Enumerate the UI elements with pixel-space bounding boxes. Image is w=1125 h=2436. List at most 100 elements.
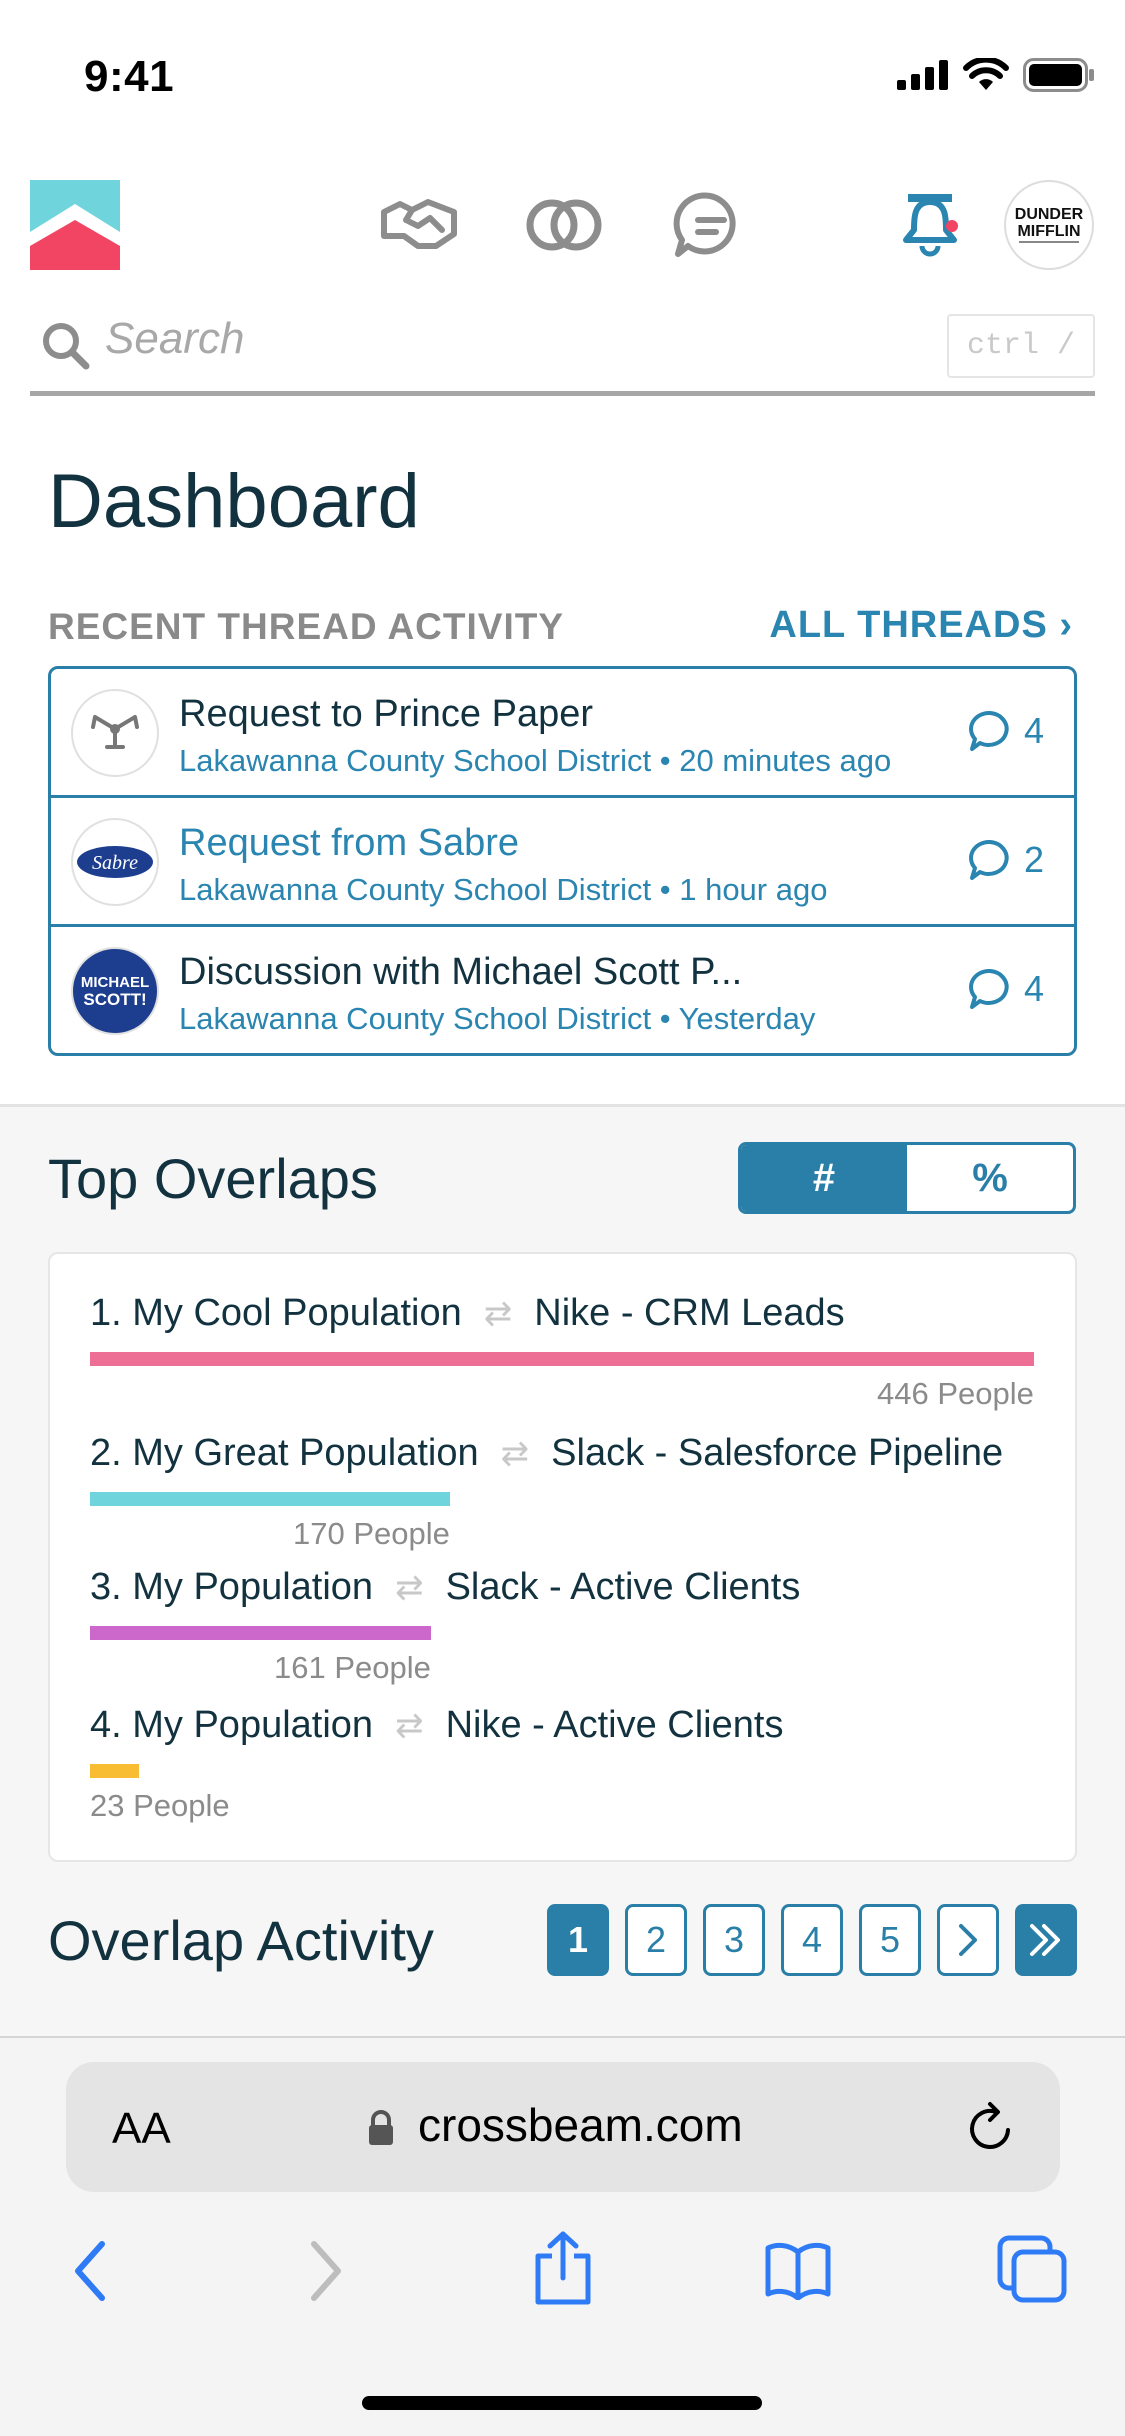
overlap-bar: [90, 1492, 450, 1506]
double-chevron-right-icon: [1030, 1924, 1060, 1956]
svg-text:DUNDER: DUNDER: [1015, 206, 1084, 223]
home-indicator: [362, 2396, 762, 2410]
thread-title: Request to Prince Paper: [179, 693, 594, 735]
comment-count-value: 4: [1023, 968, 1044, 1009]
svg-text:SCOTT!: SCOTT!: [83, 990, 146, 1009]
page-button[interactable]: 4: [781, 1904, 843, 1976]
thread-meta: Lakawanna County School District • 20 mi…: [179, 743, 891, 779]
thread-time: • Yesterday: [651, 1001, 816, 1036]
thread-title[interactable]: Request from Sabre: [179, 822, 519, 865]
count-toggle-button[interactable]: #: [741, 1145, 907, 1211]
forward-icon[interactable]: [306, 2238, 346, 2304]
overlap-partner: Slack - Salesforce Pipeline: [551, 1432, 1004, 1474]
chevron-right-icon: [959, 1924, 977, 1956]
keyboard-shortcut-hint: ctrl /: [947, 314, 1095, 378]
thread-list: Request to Prince Paper Lakawanna County…: [48, 666, 1077, 1056]
overlap-bar: [90, 1352, 1034, 1366]
overlap-people-count: 161 People: [274, 1650, 431, 1685]
comment-icon: [969, 839, 1009, 880]
sabre-logo: Sabre: [77, 846, 153, 878]
overlap-people-count: 446 People: [877, 1376, 1034, 1411]
overlap-population: 2. My Great Population: [90, 1432, 479, 1474]
share-icon[interactable]: [532, 2230, 594, 2306]
swap-arrows-icon: ⇄: [483, 1294, 513, 1333]
search-icon: [43, 323, 90, 370]
comment-count-value: 2: [1023, 839, 1044, 880]
thread-row[interactable]: MICHAEL SCOTT! Discussion with Michael S…: [51, 927, 1074, 1053]
last-page-button[interactable]: [1015, 1904, 1077, 1976]
overlap-row[interactable]: 4. My Population ⇄ Nike - Active Clients: [90, 1704, 783, 1747]
wifi-icon: [963, 58, 1009, 90]
chat-icon[interactable]: [668, 190, 752, 260]
overlap-partner: Nike - CRM Leads: [534, 1292, 845, 1334]
search-input[interactable]: [105, 314, 805, 364]
percent-toggle-button[interactable]: %: [907, 1145, 1073, 1211]
thread-org[interactable]: Lakawanna County School District: [179, 872, 651, 907]
thread-title: Discussion with Michael Scott P...: [179, 951, 743, 993]
swap-arrows-icon: ⇄: [395, 1706, 424, 1745]
thread-time: • 20 minutes ago: [651, 743, 892, 778]
comment-count: 4: [966, 967, 1044, 1011]
overlap-row[interactable]: 1. My Cool Population ⇄ Nike - CRM Leads: [90, 1292, 845, 1335]
overlap-people-count: 170 People: [293, 1516, 450, 1551]
overlap-people-count: 23 People: [90, 1788, 230, 1823]
overlap-row[interactable]: 2. My Great Population ⇄ Slack - Salesforc…: [90, 1432, 1003, 1475]
status-icons: [897, 58, 1095, 92]
thread-avatar: [71, 689, 159, 777]
comment-icon: [969, 968, 1009, 1009]
comment-count: 4: [966, 709, 1044, 753]
michael-scott-paper-logo: MICHAEL SCOTT!: [81, 974, 149, 1009]
tabs-icon[interactable]: [996, 2234, 1068, 2304]
top-overlaps-title: Top Overlaps: [48, 1147, 378, 1210]
page-button[interactable]: 3: [703, 1904, 765, 1976]
dunder-mifflin-logo: DUNDER MIFFLIN: [1015, 206, 1084, 243]
bookmarks-icon[interactable]: [764, 2240, 832, 2300]
overlap-population: 3. My Population: [90, 1566, 374, 1608]
signal-icon: [897, 60, 948, 90]
battery-icon: [1023, 58, 1094, 92]
overlap-population: 4. My Population: [90, 1704, 374, 1746]
pagination: 1 2 3 4 5: [547, 1904, 1077, 1976]
handshake-icon[interactable]: [378, 190, 462, 260]
svg-text:MIFFLIN: MIFFLIN: [1017, 223, 1080, 240]
thread-meta: Lakawanna County School District • 1 hou…: [179, 872, 827, 908]
search-bar: ctrl /: [30, 300, 1095, 396]
lock-icon: [369, 2110, 393, 2145]
next-page-button[interactable]: [937, 1904, 999, 1976]
count-percent-toggle: # %: [738, 1142, 1076, 1214]
swap-arrows-icon: ⇄: [500, 1434, 530, 1473]
overlap-row[interactable]: 3. My Population ⇄ Slack - Active Clients: [90, 1566, 800, 1609]
page-button[interactable]: 5: [859, 1904, 921, 1976]
overlap-partner: Nike - Active Clients: [445, 1704, 784, 1746]
overlap-rings-icon[interactable]: [522, 190, 606, 260]
swap-arrows-icon: ⇄: [395, 1568, 424, 1607]
status-time: 9:41: [84, 52, 175, 101]
text-size-button[interactable]: AA: [112, 2104, 171, 2154]
overlap-partner: Slack - Active Clients: [445, 1566, 801, 1608]
thread-org[interactable]: Lakawanna County School District: [179, 743, 651, 778]
overlap-activity-title: Overlap Activity: [48, 1909, 434, 1972]
thread-row[interactable]: Request to Prince Paper Lakawanna County…: [51, 669, 1074, 798]
crossbeam-logo[interactable]: [30, 180, 120, 270]
thread-avatar: MICHAEL SCOTT!: [71, 947, 159, 1035]
page-button[interactable]: 2: [625, 1904, 687, 1976]
all-threads-link[interactable]: ALL THREADS ›: [769, 604, 1073, 647]
recent-threads-label: RECENT THREAD ACTIVITY: [48, 606, 565, 647]
overlap-population: 1. My Cool Population: [90, 1292, 462, 1334]
thread-avatar: Sabre: [71, 818, 159, 906]
comment-count: 2: [966, 838, 1044, 882]
back-icon[interactable]: [70, 2238, 110, 2304]
reload-icon[interactable]: [964, 2100, 1018, 2156]
top-overlaps-card: 1. My Cool Population ⇄ Nike - CRM Leads 44…: [48, 1252, 1077, 1862]
thread-meta: Lakawanna County School District • Yeste…: [179, 1001, 815, 1037]
overlap-bar: [90, 1626, 431, 1640]
thread-time: • 1 hour ago: [651, 872, 828, 907]
thread-org[interactable]: Lakawanna County School District: [179, 1001, 651, 1036]
notification-bell-icon[interactable]: [890, 190, 974, 260]
thread-row[interactable]: Sabre Request from Sabre Lakawanna Count…: [51, 798, 1074, 927]
company-avatar[interactable]: DUNDER MIFFLIN: [1004, 180, 1094, 270]
comment-count-value: 4: [1023, 710, 1044, 751]
comment-icon: [969, 710, 1009, 751]
page-button[interactable]: 1: [547, 1904, 609, 1976]
url-text: crossbeam.com: [418, 2099, 743, 2151]
